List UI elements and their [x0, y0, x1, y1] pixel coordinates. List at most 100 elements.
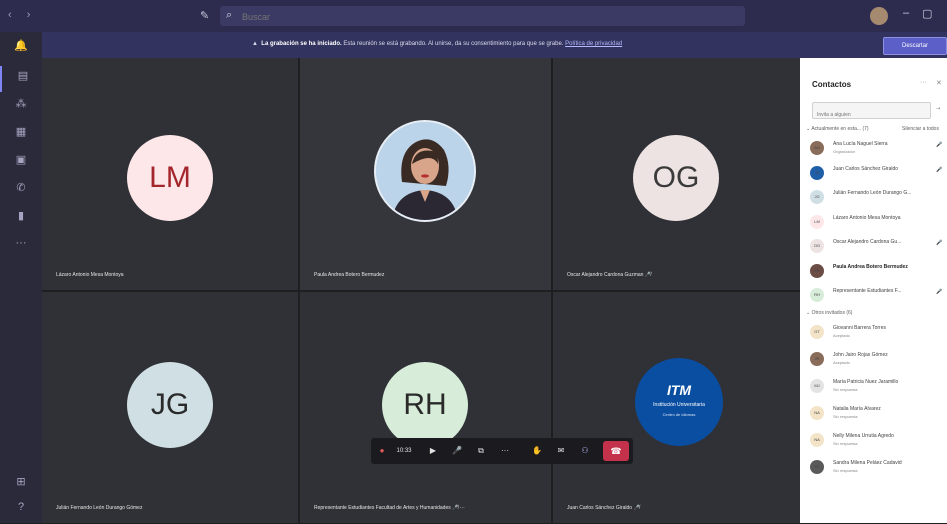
search-icon: ⌕	[226, 9, 233, 21]
list-item[interactable]: NA Natalia María Álvarez Sin respuesta	[800, 403, 947, 425]
warning-icon: ▲	[252, 41, 258, 47]
avatar: OG	[810, 239, 824, 253]
logo-mark: ITM	[666, 382, 692, 398]
search-box[interactable]: ⌕	[220, 6, 745, 26]
rail-calendar[interactable]: ▣	[0, 150, 42, 176]
list-item[interactable]: JS Juan Carlos Sánchez Giraldo 🎤	[800, 163, 947, 185]
participant-tile[interactable]: RH Representante Estudiantes Facultad de…	[300, 292, 551, 523]
rail-calls[interactable]: ✆	[0, 178, 42, 204]
avatar: MJ	[810, 379, 824, 393]
assignments-icon: ▦	[15, 126, 27, 138]
app-rail: 🔔 ▤ ⁂ ▦ ▣ ✆ ▮ ··· ⊞ ?	[0, 32, 42, 523]
list-item[interactable]: JR John Jairo Rojas Gómez Aceptado	[800, 349, 947, 371]
rail-teams[interactable]: ⁂	[0, 94, 42, 120]
invite-input[interactable]	[813, 107, 929, 123]
call-timer: 10:33	[396, 448, 412, 454]
participant-name: Natalia María Álvarez	[833, 406, 881, 412]
more-icon[interactable]: ···	[460, 505, 465, 511]
recording-banner: ▲ La grabación se ha iniciado. Esta reun…	[42, 32, 947, 58]
list-item[interactable]: SC Sandra Milena Peláez Cadavid Sin respue…	[800, 457, 947, 479]
mic-off-icon[interactable]: 🎤	[936, 289, 942, 295]
mic-icon[interactable]: 🎤	[447, 438, 467, 464]
participant-status: Sin respuesta	[833, 441, 858, 446]
institution-logo: ITM Institución Universitaria Centro de …	[635, 358, 723, 446]
participant-name: Representante Estudiantes F...	[833, 288, 902, 294]
participant-name: Paula Andrea Botero Bermudez	[833, 263, 908, 270]
rail-assignments[interactable]: ▦	[0, 122, 42, 148]
participant-status: Aceptado	[833, 333, 850, 338]
participant-status: Aceptado	[833, 360, 850, 365]
participant-status: Sin respuesta	[833, 468, 858, 473]
participant-tile[interactable]: LM Lázaro Antonio Mesa Montoya	[42, 58, 298, 290]
participant-tile[interactable]: JG Julián Fernando León Durango Gómez	[42, 292, 298, 523]
section-current-label: Actualmente en esta... (7)	[811, 126, 869, 132]
section-current[interactable]: ⌄ Actualmente en esta... (7) Silenciar a…	[806, 126, 939, 132]
privacy-link[interactable]: Política de privacidad	[565, 41, 622, 47]
section-others[interactable]: ⌄ Otros invitados (6)	[806, 310, 852, 316]
rail-files[interactable]: ▮	[0, 206, 42, 232]
participant-status: Organizador	[833, 149, 856, 154]
list-item[interactable]: NA Nelly Milena Urrutia Agredo Sin respues…	[800, 430, 947, 452]
hang-up-button[interactable]: ☎	[603, 441, 629, 461]
calendar-icon: ▣	[15, 154, 27, 166]
title-bar: ‹ › ✎ ⌕ – ▢	[0, 0, 947, 32]
more-actions-icon[interactable]: ···	[495, 438, 515, 464]
participant-name: Oscar Alejandro Cardona Gu...	[833, 239, 902, 245]
avatar[interactable]	[870, 7, 888, 25]
participant-name: Giovanni Barrera Torres	[833, 325, 886, 331]
participant-name: Juan Carlos Sánchez Giraldo	[567, 505, 633, 511]
section-others-label: Otros invitados (6)	[811, 310, 853, 316]
compose-icon[interactable]: ✎	[200, 9, 209, 22]
list-item[interactable]: LM Lázaro Antonio Mesa Montoya	[800, 212, 947, 234]
participant-name: Ana Lucía Naguel Sierra	[833, 141, 888, 147]
minimize-icon[interactable]: –	[903, 7, 909, 19]
participant-name: Lázaro Antonio Mesa Montoya	[833, 214, 901, 221]
share-invite-icon[interactable]: ⇢	[936, 106, 940, 112]
mic-off-icon[interactable]: 🎤	[936, 142, 942, 148]
chat-icon[interactable]: ✉	[551, 438, 571, 464]
participants-panel: Contactos ··· ✕ ⇢ ⌄ Actualmente en esta.…	[800, 58, 947, 523]
invite-field[interactable]	[812, 102, 931, 123]
logo-line-2: Centro de Idiomas	[662, 412, 696, 417]
bell-icon: 🔔	[14, 40, 28, 52]
mic-off-icon[interactable]: 🎤	[936, 240, 942, 246]
list-item[interactable]: GT Giovanni Barrera Torres Aceptado	[800, 322, 947, 344]
rail-chat[interactable]: ▤	[0, 66, 44, 92]
participant-name: Nelly Milena Urrutia Agredo	[833, 433, 894, 439]
participant-tile[interactable]: ITM Institución Universitaria Centro de …	[553, 292, 800, 523]
mic-off-icon[interactable]: 🎤	[936, 167, 942, 173]
participant-photo	[374, 120, 476, 222]
call-controls: ● 10:33 ▶ 🎤 ⧉ ··· ✋ ✉ ⚇ ☎	[371, 438, 633, 464]
camera-icon[interactable]: ▶	[423, 438, 443, 464]
list-item[interactable]: MJ María Patricia Nuez Jaramillo Sin respu…	[800, 376, 947, 398]
share-screen-icon[interactable]: ⧉	[471, 438, 491, 464]
rail-activity[interactable]: 🔔	[0, 36, 42, 62]
list-item[interactable]: JG Julián Fernando León Durango G...	[800, 187, 947, 209]
teams-icon: ⁂	[15, 98, 27, 110]
list-item[interactable]: RH Representante Estudiantes F... 🎤	[800, 285, 947, 307]
more-icon[interactable]: ···	[920, 79, 927, 86]
raise-hand-icon[interactable]: ✋	[527, 438, 547, 464]
rail-more[interactable]: ···	[0, 234, 42, 260]
list-item[interactable]: AN Ana Lucía Naguel Sierra Organizador 🎤	[800, 138, 947, 160]
mic-off-icon: 🎤̸	[633, 505, 640, 511]
close-icon[interactable]: ✕	[936, 79, 942, 87]
search-input[interactable]	[240, 8, 724, 26]
participant-name: Julián Fernando León Durango Gómez	[56, 505, 143, 511]
maximize-icon[interactable]: ▢	[922, 7, 932, 20]
rail-help[interactable]: ?	[0, 498, 42, 524]
participants-icon[interactable]: ⚇	[575, 438, 595, 464]
avatar: PB	[810, 263, 824, 278]
participant-tile[interactable]: OG Oscar Alejandro Cardona Guzman 🎤̸	[553, 58, 800, 290]
participant-tile[interactable]: Paula Andrea Botero Bermudez	[300, 58, 551, 290]
list-item[interactable]: OG Oscar Alejandro Cardona Gu... 🎤	[800, 236, 947, 258]
avatar: RH	[810, 288, 824, 302]
panel-title: Contactos	[812, 80, 852, 89]
nav-arrows-icon[interactable]: ‹ ›	[8, 9, 36, 21]
mute-all-button[interactable]: Silenciar a todos	[902, 126, 939, 132]
participant-avatar: RH	[382, 362, 468, 448]
rail-apps[interactable]: ⊞	[0, 472, 42, 498]
list-item[interactable]: PB Paula Andrea Botero Bermudez	[800, 261, 947, 283]
participant-avatar: OG	[633, 135, 719, 221]
dismiss-button[interactable]: Descartar	[883, 37, 947, 55]
